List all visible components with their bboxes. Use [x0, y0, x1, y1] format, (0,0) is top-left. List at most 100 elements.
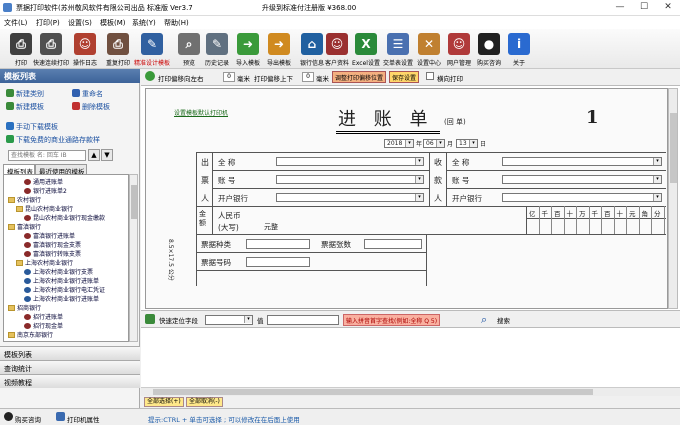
- status-bar: 购买咨询 打印机属性 提示:CTRL + 单击可选择 ; 可以修改在在后面上使用: [0, 408, 680, 425]
- excel-field-icon: [145, 314, 155, 324]
- search-icon[interactable]: ⌕: [481, 313, 487, 327]
- year-unit: 年: [416, 141, 423, 148]
- tab-template-list[interactable]: 模板列表: [3, 164, 35, 176]
- year-select[interactable]: 2018 ▾: [384, 139, 414, 148]
- offset-lr-input[interactable]: 0: [223, 72, 235, 82]
- payee-bank-field[interactable]: ▾: [502, 193, 662, 202]
- tree-folder[interactable]: 农村银行: [8, 195, 41, 204]
- payee-name-field[interactable]: ▾: [502, 157, 662, 166]
- minimize-button[interactable]: —: [608, 0, 632, 16]
- tree-item[interactable]: 富滇银行现金支票: [24, 240, 81, 249]
- menu-file[interactable]: 文件(L): [4, 18, 27, 28]
- payer-name-field[interactable]: ▾: [276, 157, 424, 166]
- rename-label: 重命名: [82, 90, 103, 98]
- template-icon: [24, 278, 31, 284]
- deselect-all-button[interactable]: 全部取消(-): [186, 397, 223, 407]
- day-select[interactable]: 13 ▾: [456, 139, 478, 148]
- bill-type-field[interactable]: [246, 239, 310, 249]
- search-up-button[interactable]: ▲: [88, 149, 100, 161]
- tree-item[interactable]: 通用进账单: [24, 177, 63, 186]
- tree-item[interactable]: 银行进账单2: [24, 186, 67, 195]
- tree-scroll-thumb[interactable]: [131, 185, 137, 219]
- app-icon: [3, 3, 12, 12]
- person-log-icon: ☺: [74, 33, 96, 55]
- folder-icon: [8, 224, 15, 230]
- payer-bank-field[interactable]: ▾: [276, 193, 424, 202]
- rename-button[interactable]: 重命名: [72, 89, 103, 99]
- payee-account-field[interactable]: ▾: [502, 175, 662, 184]
- printer-properties-link[interactable]: 打印机属性: [67, 414, 100, 424]
- payer-char-2: 票: [201, 176, 209, 185]
- registration-link[interactable]: 升级到标准付注册版 ¥368.00: [262, 3, 356, 13]
- tree-item[interactable]: 上海农村商业银行进账单: [24, 294, 99, 303]
- month-unit: 月: [447, 141, 454, 148]
- field-locator-select[interactable]: ▾: [205, 315, 253, 325]
- template-search-input[interactable]: [8, 150, 86, 161]
- adjust-offset-button[interactable]: 调整打印偏移位置: [332, 71, 387, 83]
- free-download-link[interactable]: 下载免费的商业通路存款样: [6, 135, 100, 145]
- tree-item[interactable]: 昆山农村商业银行现金缴款: [24, 213, 105, 222]
- year-dropdown-icon: ▾: [405, 140, 413, 147]
- menu-system[interactable]: 系统(Y): [132, 18, 156, 28]
- tree-item[interactable]: 上海农村商业银行支票: [24, 267, 93, 276]
- bill-count-field[interactable]: [364, 239, 422, 249]
- preview-scrollbar[interactable]: [668, 88, 678, 309]
- tree-item[interactable]: 招行现金单: [24, 321, 63, 330]
- search-down-button[interactable]: ▼: [101, 149, 113, 161]
- purchase-consult-link[interactable]: 购买咨询: [15, 414, 41, 424]
- bill-number-field[interactable]: [246, 257, 310, 267]
- toolbar-info-button[interactable]: i 关于: [500, 31, 538, 67]
- data-grid-area[interactable]: [141, 328, 680, 396]
- status-tip: 提示:CTRL + 单击可选择 ; 可以修改在在后面上使用: [148, 416, 300, 424]
- toolbar-design-pen-button[interactable]: ✎ 精准设计模板: [133, 31, 171, 67]
- menu-settings[interactable]: 设置(S): [68, 18, 92, 28]
- grid-scroll-thumb[interactable]: [153, 389, 593, 395]
- tree-item[interactable]: 招行进账单: [24, 312, 63, 321]
- tree-folder[interactable]: 南京东部银行: [8, 330, 53, 339]
- grid-horizontal-scrollbar[interactable]: [141, 387, 680, 396]
- offset-ud-input[interactable]: 0: [302, 72, 314, 82]
- tree-folder[interactable]: 招商银行: [8, 303, 41, 312]
- menu-help[interactable]: 帮助(H): [164, 18, 189, 28]
- payee-name-label: 全 称: [452, 158, 470, 167]
- maximize-button[interactable]: ☐: [632, 0, 656, 16]
- nav-query-stats[interactable]: 查询统计: [0, 360, 140, 374]
- preview-scroll-thumb[interactable]: [670, 113, 677, 183]
- grid-payee-sep: [446, 152, 447, 206]
- tree-item[interactable]: 上海农村商业银行进账单: [24, 276, 99, 285]
- tree-folder[interactable]: 富滇银行: [8, 222, 41, 231]
- close-button[interactable]: ✕: [656, 0, 680, 16]
- delete-template-button[interactable]: 删除模板: [72, 102, 110, 112]
- landscape-checkbox[interactable]: [426, 72, 434, 80]
- save-settings-button[interactable]: 保存设置: [389, 71, 420, 83]
- window-title: 票据打印软件(苏州敬风软件有限公司出品 标准版 Ver3.7: [16, 4, 193, 12]
- tree-item[interactable]: 富滇银行进账单: [24, 231, 75, 240]
- new-category-button[interactable]: 新建类别: [6, 89, 44, 99]
- value-input[interactable]: [267, 315, 339, 325]
- form-settings-icon: ☰: [387, 33, 409, 55]
- payee-bank-dropdown-icon: ▾: [653, 194, 661, 201]
- qq-penguin-icon: [4, 412, 13, 421]
- tab-recent-templates[interactable]: 最近使用的模板: [35, 164, 87, 176]
- select-all-button[interactable]: 全部选择(+): [144, 397, 184, 407]
- tree-folder[interactable]: 上海农村商业银行: [16, 258, 73, 267]
- month-select[interactable]: 06 ▾: [423, 139, 445, 148]
- new-template-button[interactable]: 新建模板: [6, 102, 44, 112]
- default-printer-link[interactable]: 设置模板默认打印机: [174, 108, 228, 117]
- pinyin-hint-box[interactable]: 输入拼音首字查找(例如:全称 Q 5): [343, 314, 441, 326]
- tree-folder[interactable]: 昆山农村商业银行: [16, 204, 73, 213]
- search-button[interactable]: 搜索: [497, 315, 510, 325]
- nav-video-tutorials[interactable]: 视频教程: [0, 374, 140, 388]
- manual-download-button[interactable]: 手动下载模板: [6, 122, 58, 132]
- tree-item-label: 银行进账单2: [33, 188, 67, 195]
- menu-print[interactable]: 打印(P): [36, 18, 60, 28]
- menu-template[interactable]: 模板(M): [100, 18, 126, 28]
- payer-account-field[interactable]: ▾: [276, 175, 424, 184]
- tree-item[interactable]: 富滇银行转账支票: [24, 249, 81, 258]
- template-tree[interactable]: 通用进账单 银行进账单2 农村银行 昆山农村商业银行 昆山农村商业银行现金缴款 富滇银行富…: [3, 174, 129, 342]
- nav-template-list[interactable]: 模板列表: [0, 346, 140, 360]
- tree-scrollbar[interactable]: [129, 174, 138, 342]
- digit-divider: [601, 206, 602, 234]
- tree-item-label: 昆山农村商业银行: [25, 206, 74, 213]
- tree-item[interactable]: 上海农村商业银行电汇凭证: [24, 285, 105, 294]
